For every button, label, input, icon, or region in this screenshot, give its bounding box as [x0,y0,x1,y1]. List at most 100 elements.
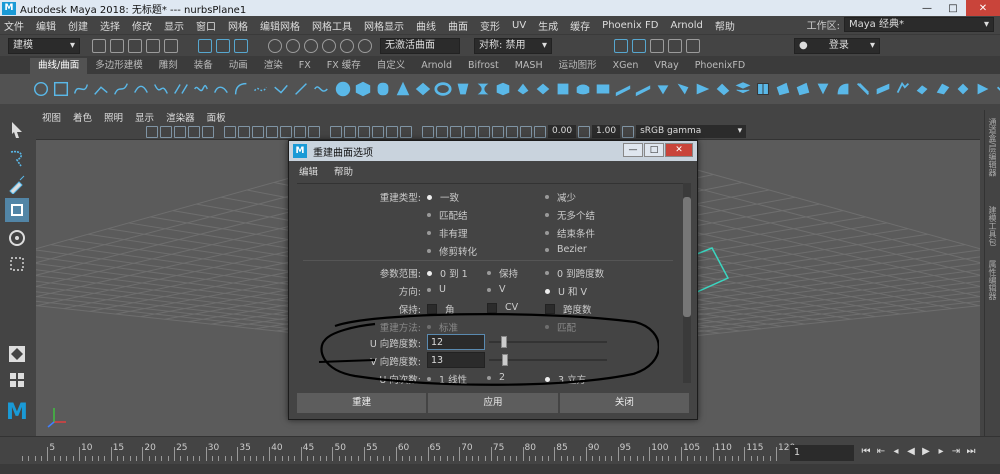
curve-attach-icon[interactable] [172,79,190,99]
menu-item-2[interactable]: 创建 [68,18,88,33]
untrim-icon[interactable] [674,79,692,99]
menu-item-10[interactable]: 网格显示 [364,18,404,33]
param-range-0-to-1-radio[interactable]: 0 到 1 [427,266,468,280]
undo-icon[interactable] [146,38,160,53]
menu-item-14[interactable]: UV [512,20,526,31]
minimize-button[interactable]: — [914,0,940,16]
exposure-icon[interactable] [534,125,546,138]
surface-editing-icon[interactable] [914,79,932,99]
close-button[interactable]: 关闭 [559,393,689,413]
shelf-tab-10[interactable]: Bifrost [460,58,507,74]
viewport-menu-0[interactable]: 视图 [42,110,61,124]
surface-fillet-icon[interactable] [854,79,872,99]
close-window-button[interactable]: ✕ [966,0,1000,16]
align-surface-icon[interactable] [974,79,992,99]
menu-item-8[interactable]: 编辑网格 [260,18,300,33]
rebuild-type-end-conditions-radio[interactable]: 结束条件 [545,226,595,240]
curve-extend-icon[interactable] [252,79,270,99]
multisample-aa-icon[interactable] [450,125,462,138]
extend-surface-icon[interactable] [774,79,792,99]
bezier-curve-icon[interactable] [152,79,170,99]
shelf-tab-7[interactable]: FX 缓存 [319,58,369,74]
live-surface-field[interactable]: 无激活曲面 [380,37,460,54]
menu-item-13[interactable]: 变形 [480,18,500,33]
maximize-button[interactable]: □ [940,0,966,16]
rebuild-type-no-multiple-knots-radio[interactable]: 无多个结 [545,208,595,222]
rebuild-surface-icon[interactable] [814,79,832,99]
snap-surface-icon[interactable] [358,38,372,53]
attribute-editor-tab[interactable]: 属性编辑器 [987,260,998,300]
birail-icon[interactable] [534,79,552,99]
viewport-menu-1[interactable]: 着色 [73,110,92,124]
rebuild-type-match-knots-radio[interactable]: 匹配结 [427,208,468,222]
dialog-maximize-button[interactable]: □ [644,143,664,157]
stitch-icon[interactable] [874,79,892,99]
dialog-title-bar[interactable]: M 重建曲面选项 — □ ✕ [289,141,697,161]
camera-attributes-icon[interactable] [146,125,158,138]
menu-item-15[interactable]: 生成 [538,18,558,33]
current-frame-field[interactable]: 1 [790,445,854,461]
curve-rebuild-icon[interactable] [272,79,290,99]
viewport-menu-4[interactable]: 渲染器 [166,110,195,124]
dialog-menu-edit[interactable]: 编辑 [299,164,318,178]
menu-item-9[interactable]: 网格工具 [312,18,352,33]
paint-select-tool-icon[interactable] [5,172,29,196]
curve-smooth-icon[interactable] [312,79,330,99]
workspace-dropdown[interactable]: Maya 经典* ▾ [844,17,994,32]
channel-box-tab[interactable]: 通道盒/层编辑器 [987,118,998,177]
dialog-menu-help[interactable]: 帮助 [334,164,353,178]
color-management-icon[interactable] [622,125,635,138]
menu-item-3[interactable]: 选择 [100,18,120,33]
ep-curve-icon[interactable] [92,79,110,99]
step-forward-frame-icon[interactable]: ▸ [935,445,947,459]
menu-item-1[interactable]: 编辑 [36,18,56,33]
range-slider[interactable] [0,464,1000,474]
gamma-value[interactable]: 1.00 [592,125,621,138]
xray-joints-icon[interactable] [506,125,518,138]
step-forward-key-icon[interactable]: ⇥ [950,445,962,459]
menu-item-17[interactable]: Phoenix FD [602,20,658,31]
dialog-scrollbar-thumb[interactable] [683,197,691,317]
menu-item-4[interactable]: 修改 [132,18,152,33]
open-close-surface-icon[interactable] [734,79,752,99]
curve-reverse-icon[interactable] [292,79,310,99]
extrude-icon[interactable] [514,79,532,99]
rebuild-type-reduce-radio[interactable]: 减少 [545,190,576,204]
step-back-key-icon[interactable]: ⇤ [875,445,887,459]
rebuild-button[interactable]: 重建 [297,393,427,413]
apply-button[interactable]: 应用 [428,393,558,413]
pencil-curve-icon[interactable] [112,79,130,99]
view-transform-dropdown[interactable]: sRGB gamma ▾ [636,125,747,138]
trim-tool-icon[interactable] [654,79,672,99]
nurbs-circle-icon[interactable] [32,79,50,99]
menu-set-dropdown[interactable]: 建模 ▾ [8,37,80,54]
loft-icon[interactable] [474,79,492,99]
shelf-more-icon[interactable] [994,79,1000,99]
arc-curve-icon[interactable] [132,79,150,99]
dialog-minimize-button[interactable]: — [623,143,643,157]
viewport-menu-2[interactable]: 照明 [104,110,123,124]
select-hierarchy-icon[interactable] [198,38,212,53]
snap-view-plane-icon[interactable] [322,38,336,53]
intersect-icon[interactable] [634,79,652,99]
shelf-tab-5[interactable]: 渲染 [256,58,291,74]
menu-item-16[interactable]: 缓存 [570,18,590,33]
make-live-icon[interactable] [340,38,354,53]
bevel-plus-icon[interactable] [554,79,572,99]
redo-icon[interactable] [164,38,178,53]
menu-item-18[interactable]: Arnold [670,20,702,31]
insert-isoparm-icon[interactable] [754,79,772,99]
dialog-scrollbar[interactable] [683,183,691,383]
login-dropdown[interactable]: ● 登录 ▾ [794,38,880,54]
shelf-tab-4[interactable]: 动画 [221,58,256,74]
direction-u-and-v-radio[interactable]: U 和 V [545,284,587,298]
menu-item-0[interactable]: 文件 [4,18,24,33]
nurbs-cylinder-icon[interactable] [374,79,392,99]
boundary-icon[interactable] [574,79,592,99]
nurbs-sphere-icon[interactable] [334,79,352,99]
direction-v-radio[interactable]: V [487,284,506,295]
depth-of-field-icon[interactable] [464,125,476,138]
layout-single-icon[interactable] [5,342,29,366]
grid-toggle-icon[interactable] [224,125,236,138]
move-tool-icon[interactable] [5,198,29,222]
